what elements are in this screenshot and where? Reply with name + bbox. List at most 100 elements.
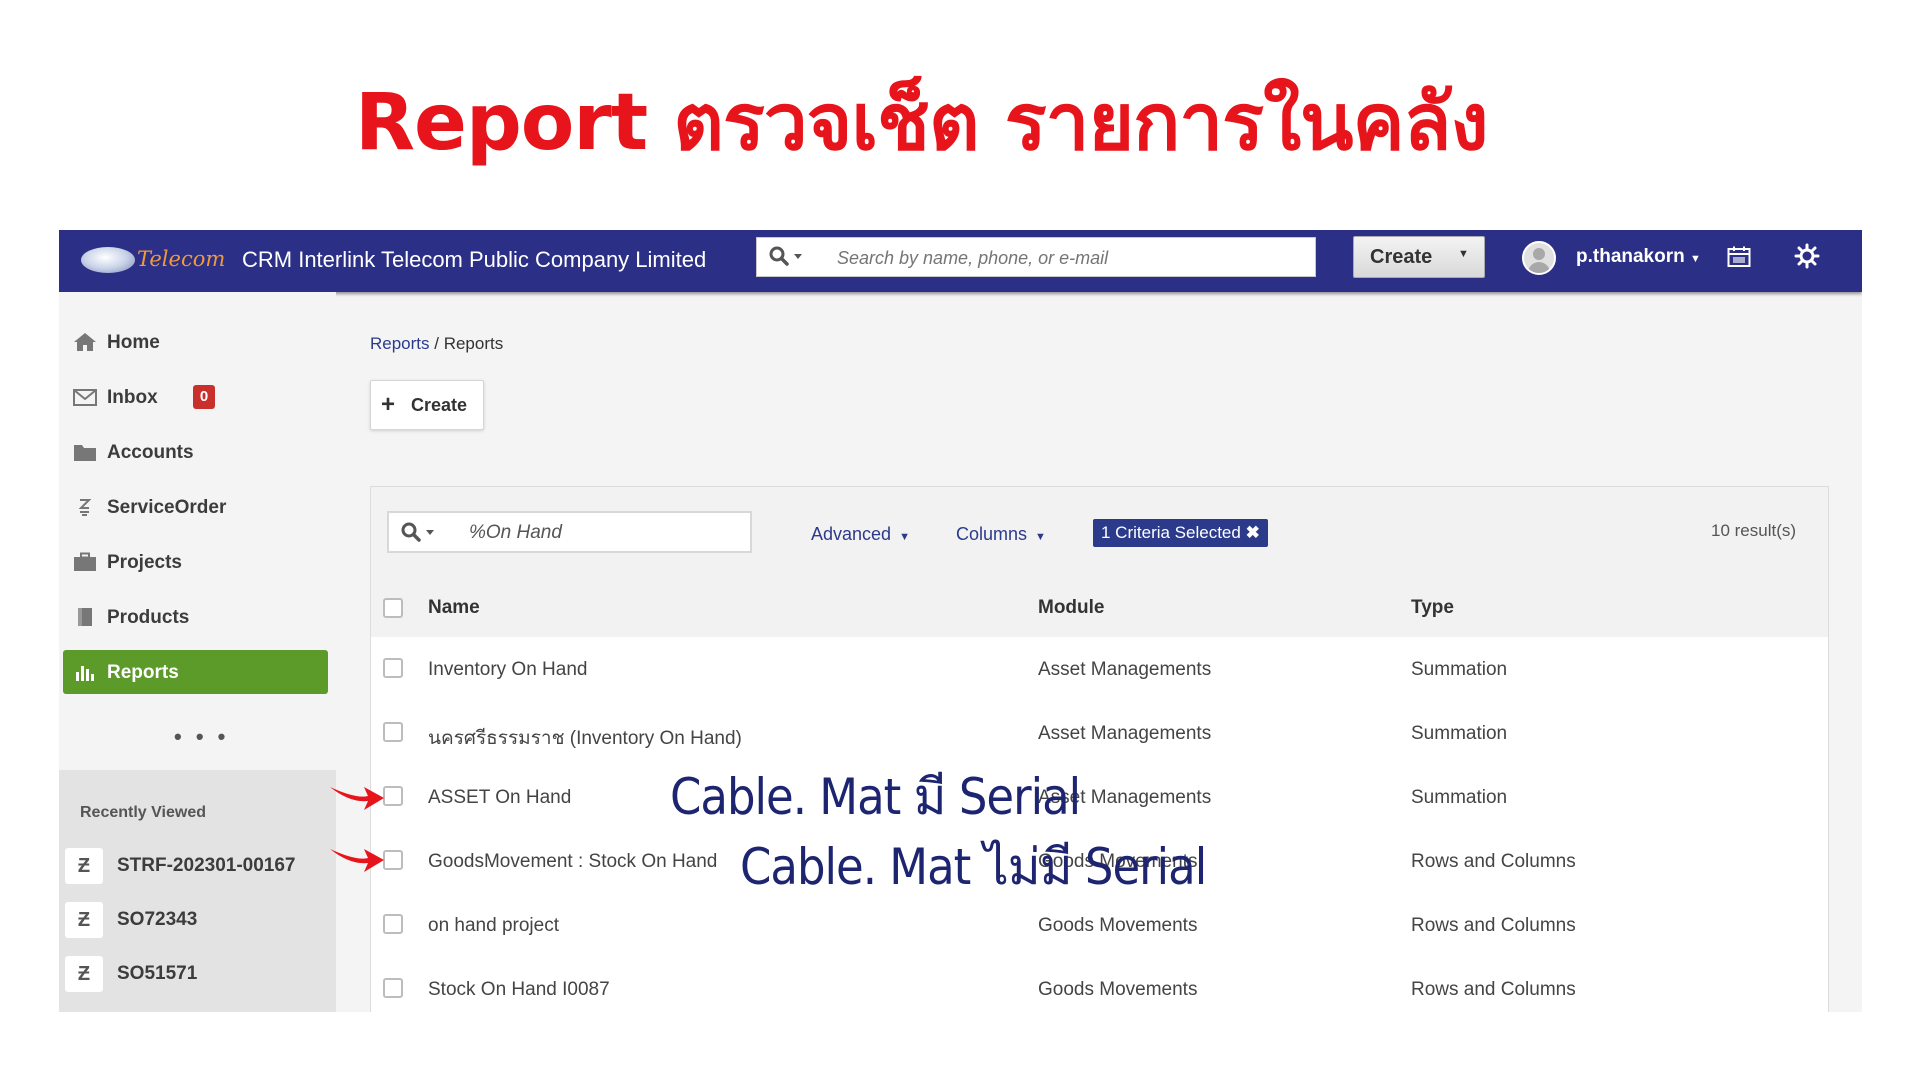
report-name-link[interactable]: ASSET On Hand	[428, 787, 571, 809]
home-icon	[74, 333, 96, 351]
caret-down-icon: ▼	[1690, 253, 1701, 265]
create-dropdown-button[interactable]: Create ▼	[1353, 236, 1485, 278]
report-type: Rows and Columns	[1411, 915, 1576, 936]
table-row[interactable]: ASSET On Hand Asset Managements Summatio…	[371, 765, 1828, 830]
report-name-link[interactable]: Stock On Hand I0087	[428, 979, 610, 1001]
criteria-selected-tag[interactable]: 1 Criteria Selected ✖	[1093, 519, 1268, 547]
report-type: Rows and Columns	[1411, 979, 1576, 1000]
recent-item-label: STRF-202301-00167	[117, 855, 296, 876]
recent-item[interactable]: Ƶ STRF-202301-00167	[65, 844, 330, 888]
report-list-panel: Advanced ▼ Columns ▼ 1 Criteria Selected ✖…	[370, 486, 1829, 1012]
report-type: Summation	[1411, 723, 1508, 744]
global-search-box[interactable]	[756, 237, 1316, 277]
sidebar-item-label: ServiceOrder	[107, 497, 227, 518]
create-dropdown-label: Create	[1370, 246, 1433, 268]
envelope-icon	[73, 389, 97, 406]
folder-icon	[74, 445, 96, 461]
report-type: Summation	[1411, 787, 1508, 808]
report-name-link[interactable]: GoodsMovement : Stock On Hand	[428, 851, 717, 873]
advanced-filter-dropdown[interactable]: Advanced ▼	[811, 524, 910, 545]
columns-dropdown[interactable]: Columns ▼	[956, 524, 1046, 545]
column-header-module[interactable]: Module	[1038, 597, 1105, 619]
service-order-icon: Ƶ	[65, 956, 103, 992]
sidebar-item-projects[interactable]: Projects	[63, 540, 328, 584]
caret-down-icon: ▼	[899, 531, 910, 543]
book-icon	[78, 608, 92, 626]
caret-down-icon: ▼	[1458, 248, 1469, 260]
report-type: Summation	[1411, 659, 1508, 680]
row-checkbox[interactable]	[383, 722, 403, 742]
company-logo[interactable]: Telecom	[81, 243, 231, 277]
create-report-label: Create	[411, 395, 468, 415]
logo-brand-text: Telecom	[137, 247, 226, 271]
gear-icon[interactable]	[1794, 243, 1820, 269]
breadcrumb-separator: /	[429, 334, 444, 353]
plus-icon: +	[381, 391, 396, 418]
inbox-count-badge: 0	[193, 385, 215, 409]
report-name-link[interactable]: on hand project	[428, 915, 559, 937]
report-type: Rows and Columns	[1411, 851, 1576, 872]
slide-title: Report ตรวจเช็ต รายการในคลัง	[355, 78, 1489, 168]
report-name-link[interactable]: นครศรีธรรมราช (Inventory On Hand)	[428, 723, 742, 753]
list-search-box[interactable]	[387, 511, 752, 553]
sidebar-item-home[interactable]: Home	[63, 320, 328, 364]
more-menu-button[interactable]: • • •	[174, 724, 229, 750]
search-icon[interactable]	[767, 244, 807, 270]
sidebar-item-label: Accounts	[107, 442, 194, 463]
breadcrumb: Reports / Reports	[370, 334, 503, 354]
bar-chart-icon	[76, 666, 94, 681]
red-arrow-icon	[330, 787, 384, 810]
calendar-icon[interactable]	[1727, 246, 1751, 268]
create-report-button[interactable]: + Create	[370, 380, 484, 430]
service-order-icon: Ƶ	[65, 848, 103, 884]
top-navbar: Telecom CRM Interlink Telecom Public Com…	[59, 230, 1862, 292]
report-module: Asset Managements	[1038, 659, 1212, 680]
list-search-input[interactable]	[467, 519, 741, 547]
user-avatar[interactable]	[1522, 241, 1556, 275]
service-order-icon: Ƶ	[65, 902, 103, 938]
global-search-input[interactable]	[835, 243, 1299, 273]
column-header-name[interactable]: Name	[428, 597, 480, 619]
row-checkbox[interactable]	[383, 658, 403, 678]
username-label: p.thanakorn	[1576, 246, 1685, 267]
red-arrow-icon	[330, 849, 384, 872]
globe-logo-icon	[81, 247, 135, 273]
caret-down-icon: ▼	[1035, 531, 1046, 543]
row-checkbox[interactable]	[383, 914, 403, 934]
result-count: 10 result(s)	[1711, 521, 1797, 540]
table-row[interactable]: Stock On Hand I0087 Goods Movements Rows…	[371, 957, 1828, 1012]
report-name-link[interactable]: Inventory On Hand	[428, 659, 587, 681]
sidebar-item-serviceorder[interactable]: ServiceOrder	[63, 485, 328, 529]
sidebar: Home Inbox 0 Accounts ServiceOrder Proje…	[59, 292, 336, 1012]
recent-item[interactable]: Ƶ SO51571	[65, 952, 330, 996]
sidebar-item-products[interactable]: Products	[63, 595, 328, 639]
report-module: Asset Managements	[1038, 723, 1212, 744]
advanced-label: Advanced	[811, 524, 892, 544]
sidebar-item-label: Home	[107, 332, 160, 353]
sidebar-item-label: Inbox	[107, 387, 158, 408]
sidebar-item-reports[interactable]: Reports	[63, 650, 328, 694]
recent-item[interactable]: Ƶ SO72343	[65, 898, 330, 942]
report-module: Goods Movements	[1038, 979, 1198, 1000]
recent-item-label: SO72343	[117, 909, 198, 930]
user-menu[interactable]: p.thanakorn ▼	[1576, 246, 1701, 268]
table-row[interactable]: นครศรีธรรมราช (Inventory On Hand) Asset …	[371, 701, 1828, 766]
column-header-type[interactable]: Type	[1411, 597, 1454, 619]
recent-item-label: SO51571	[117, 963, 198, 984]
row-checkbox[interactable]	[383, 786, 403, 806]
search-icon[interactable]	[399, 520, 439, 544]
table-row[interactable]: Inventory On Hand Asset Managements Summ…	[371, 637, 1828, 702]
breadcrumb-current: Reports	[443, 334, 504, 353]
row-checkbox[interactable]	[383, 978, 403, 998]
table-header: Name Module Type	[371, 579, 1828, 638]
breadcrumb-link-reports[interactable]: Reports	[370, 334, 430, 353]
sidebar-item-label: Products	[107, 607, 190, 628]
close-icon[interactable]: ✖	[1246, 523, 1260, 542]
annotation-without-serial: Cable. Mat ไม่มี Serial	[740, 838, 1207, 896]
select-all-checkbox[interactable]	[383, 598, 403, 618]
row-checkbox[interactable]	[383, 850, 403, 870]
service-order-icon	[78, 499, 92, 516]
columns-label: Columns	[956, 524, 1028, 544]
sidebar-item-inbox[interactable]: Inbox 0	[63, 375, 328, 419]
sidebar-item-accounts[interactable]: Accounts	[63, 430, 328, 474]
